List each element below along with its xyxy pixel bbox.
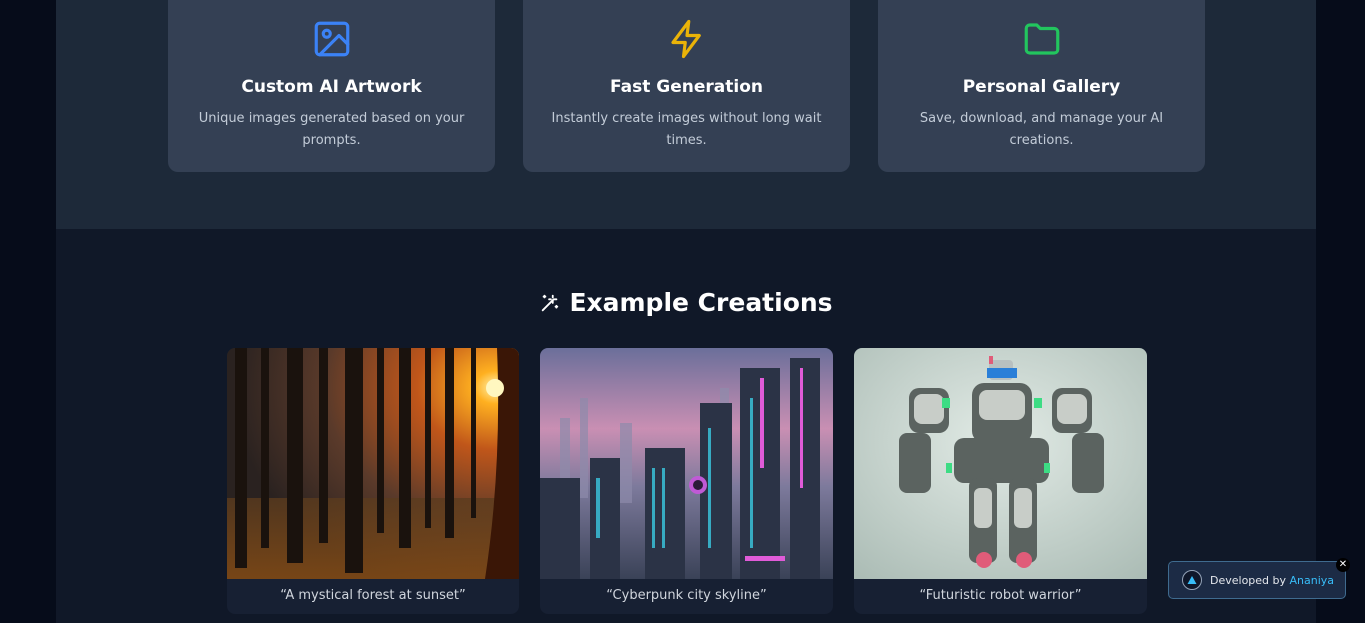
example-card-city[interactable]: “Cyberpunk city skyline” bbox=[540, 348, 833, 614]
example-image-robot bbox=[854, 348, 1147, 579]
examples-heading: Example Creations bbox=[56, 288, 1316, 317]
feature-card-fast-generation: Fast Generation Instantly create images … bbox=[523, 0, 850, 172]
folder-icon bbox=[1024, 23, 1059, 55]
feature-description: Save, download, and manage your AI creat… bbox=[919, 111, 1164, 148]
close-icon[interactable]: ✕ bbox=[1336, 558, 1350, 572]
features-section: Custom AI Artwork Unique images generate… bbox=[56, 0, 1316, 229]
triangle-logo-icon bbox=[1182, 570, 1202, 590]
example-caption: “Futuristic robot warrior” bbox=[919, 588, 1082, 603]
lightning-icon bbox=[670, 19, 701, 59]
feature-description: Instantly create images without long wai… bbox=[551, 111, 822, 148]
feature-description: Unique images generated based on your pr… bbox=[198, 111, 465, 148]
example-caption: “Cyberpunk city skyline” bbox=[606, 588, 767, 603]
developer-badge[interactable]: Developed by Ananiya bbox=[1168, 561, 1346, 599]
badge-text: Developed by Ananiya bbox=[1210, 574, 1334, 587]
feature-card-personal-gallery: Personal Gallery Save, download, and man… bbox=[878, 0, 1205, 172]
feature-card-custom-artwork: Custom AI Artwork Unique images generate… bbox=[168, 0, 495, 172]
magic-wand-icon bbox=[542, 294, 559, 311]
developer-name-link[interactable]: Ananiya bbox=[1290, 574, 1335, 587]
example-caption: “A mystical forest at sunset” bbox=[280, 588, 466, 603]
feature-title: Fast Generation bbox=[610, 77, 763, 97]
example-card-robot[interactable]: “Futuristic robot warrior” bbox=[854, 348, 1147, 614]
feature-title: Personal Gallery bbox=[962, 77, 1121, 97]
page-container: Custom AI Artwork Unique images generate… bbox=[56, 0, 1316, 623]
feature-title: Custom AI Artwork bbox=[241, 77, 422, 97]
badge-prefix: Developed by bbox=[1210, 573, 1287, 587]
image-icon bbox=[314, 21, 349, 57]
example-image-city bbox=[540, 348, 833, 579]
example-image-forest bbox=[227, 348, 519, 579]
example-card-forest[interactable]: “A mystical forest at sunset” bbox=[227, 348, 519, 614]
examples-title: Example Creations bbox=[569, 288, 833, 317]
